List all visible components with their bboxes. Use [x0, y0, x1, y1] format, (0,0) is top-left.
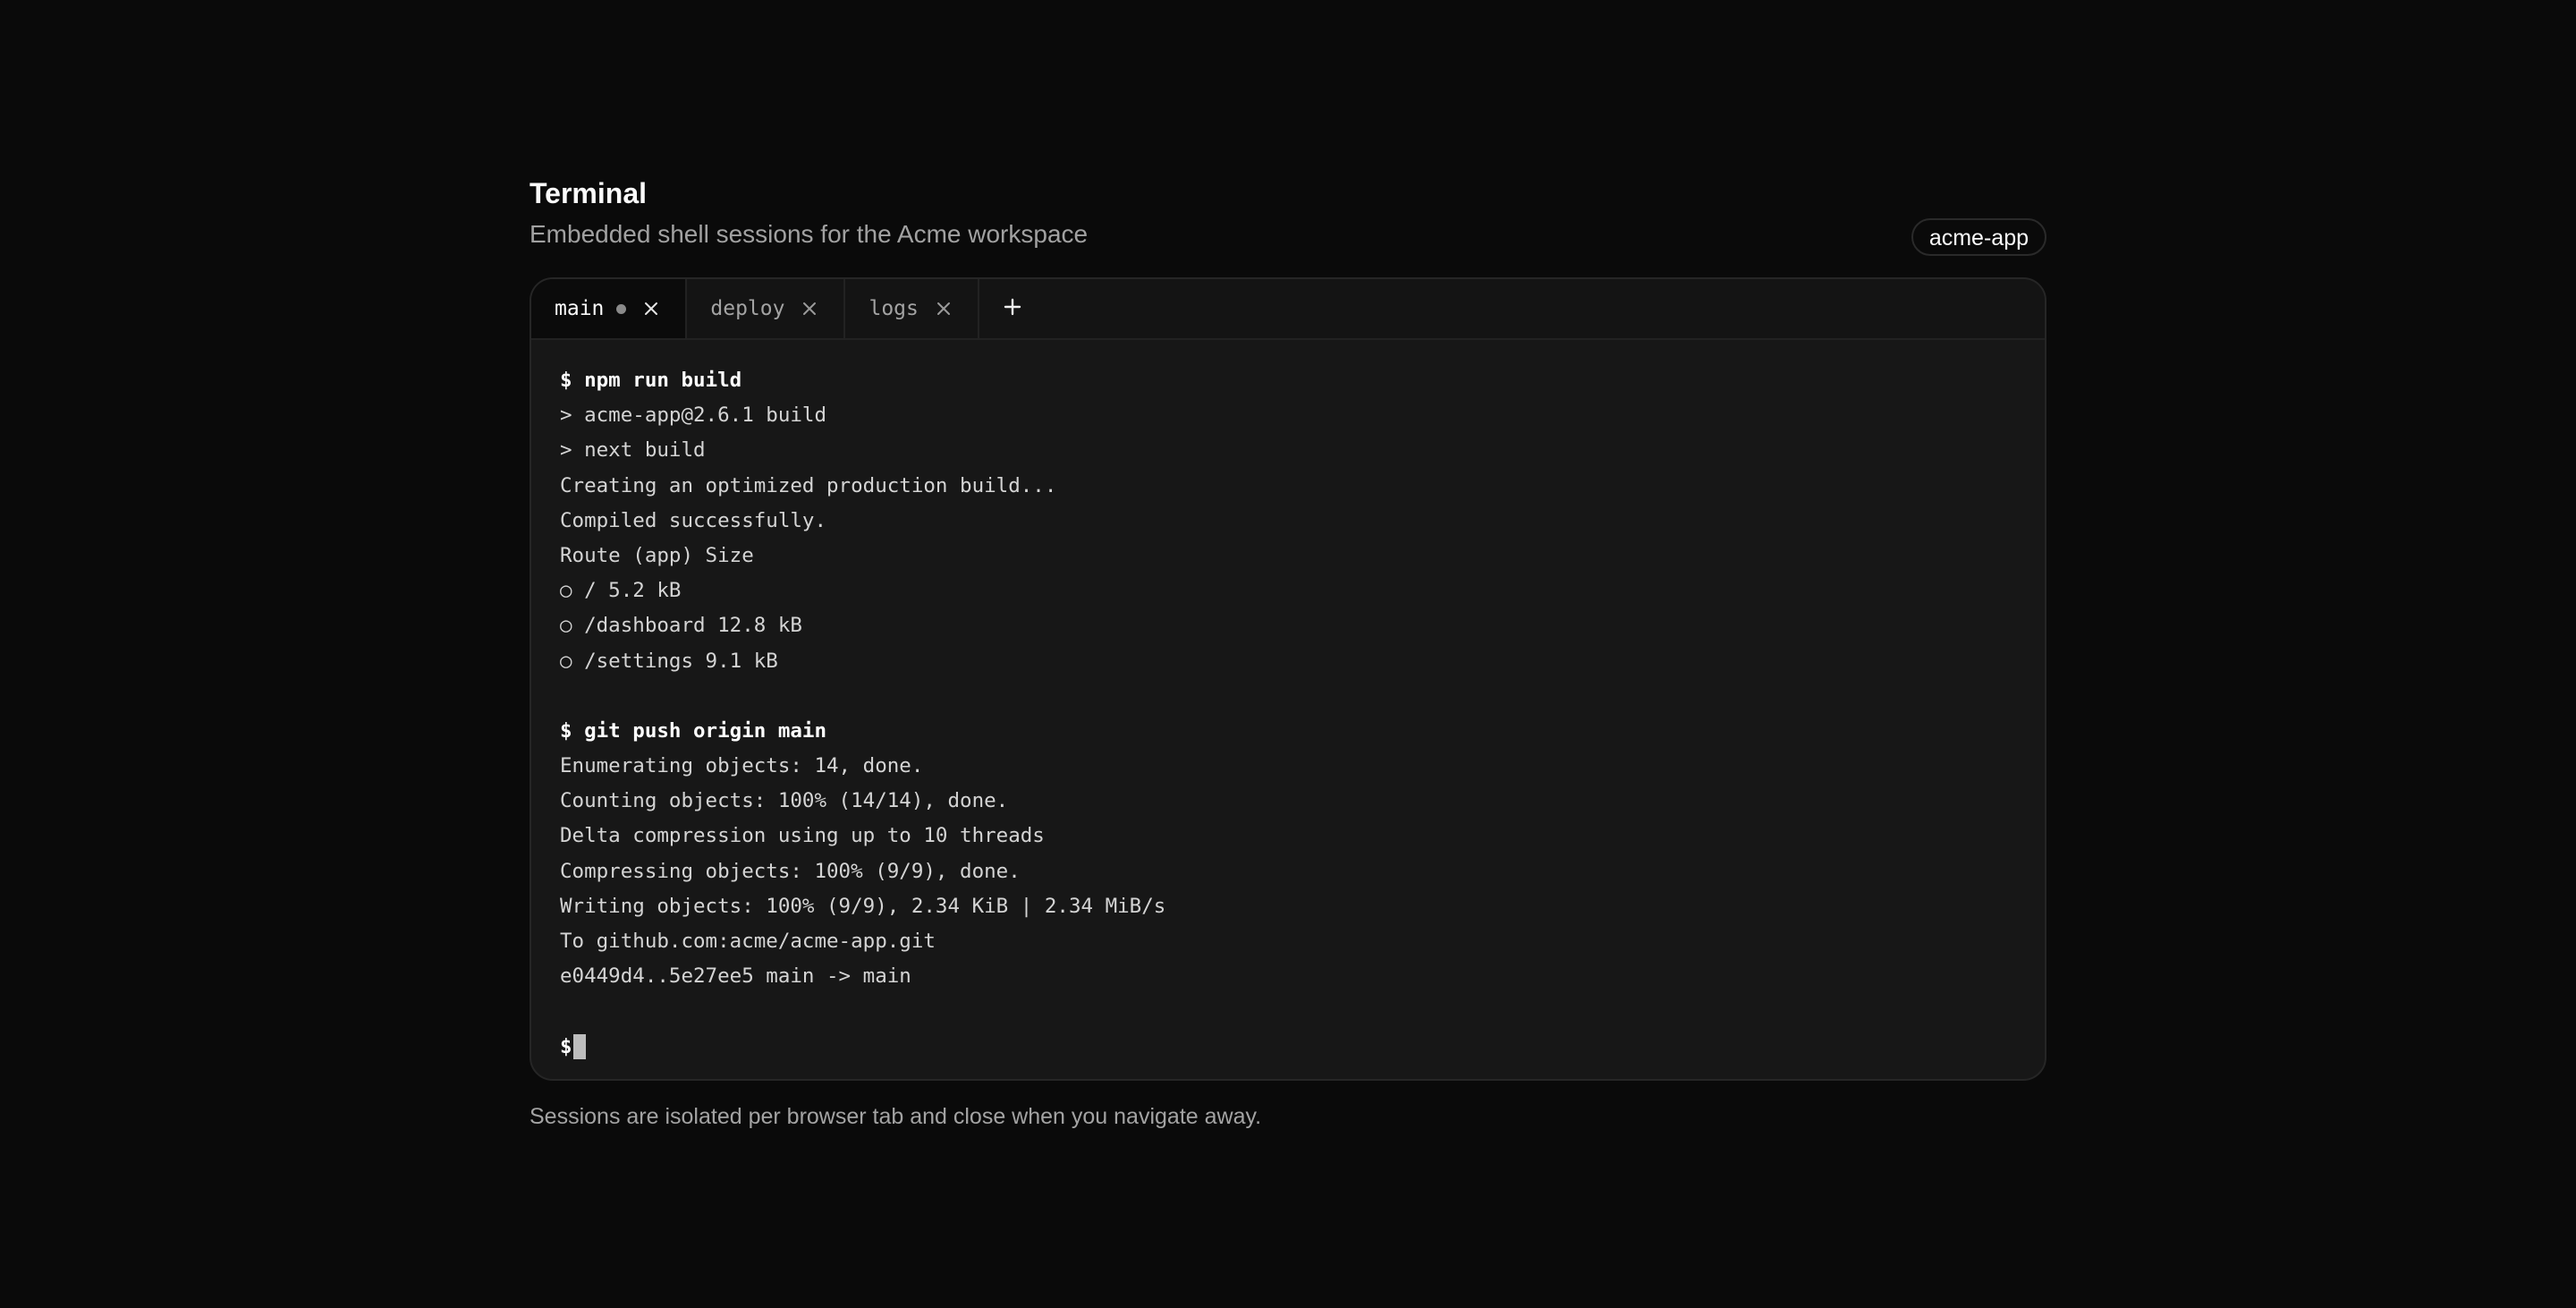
add-tab-button[interactable]	[979, 279, 1046, 338]
tab-label: main	[555, 297, 605, 320]
tab-label: logs	[869, 297, 919, 320]
output-line: Compiled successfully.	[560, 508, 827, 532]
output-line: Compressing objects: 100% (9/9), done.	[560, 859, 1021, 883]
terminal-output[interactable]: $ npm run build > acme-app@2.6.1 build >…	[531, 340, 2045, 1065]
output-line: Route (app) Size	[560, 543, 754, 567]
output-line: Enumerating objects: 14, done.	[560, 754, 924, 778]
close-icon[interactable]	[935, 300, 953, 318]
tab-deploy[interactable]: deploy	[687, 279, 846, 338]
tab-label: deploy	[710, 297, 785, 320]
tab-logs[interactable]: logs	[845, 279, 979, 338]
output-line: ○ /settings 9.1 kB	[560, 649, 778, 673]
output-line: > acme-app@2.6.1 build	[560, 403, 827, 428]
output-line: Counting objects: 100% (14/14), done.	[560, 789, 1009, 813]
output-line: Creating an optimized production build..…	[560, 473, 1057, 497]
prompt-symbol: $	[560, 1034, 572, 1058]
footer-note: Sessions are isolated per browser tab an…	[530, 1104, 1262, 1129]
output-line: ○ /dashboard 12.8 kB	[560, 614, 802, 638]
close-icon[interactable]	[801, 300, 818, 318]
command-line: $ npm run build	[560, 369, 742, 392]
output-line: e0449d4..5e27ee5 main -> main	[560, 964, 911, 989]
input-prompt[interactable]: $	[560, 1030, 2016, 1065]
close-icon[interactable]	[642, 300, 660, 318]
terminal-tab-bar: main deploy logs	[531, 279, 2045, 340]
output-line: ○ / 5.2 kB	[560, 579, 682, 603]
output-line: Writing objects: 100% (9/9), 2.34 KiB | …	[560, 894, 1166, 918]
terminal-page: Terminal Embedded shell sessions for the…	[530, 175, 2046, 1131]
output-line: To github.com:acme/acme-app.git	[560, 930, 936, 953]
output-line: > next build	[560, 438, 706, 463]
activity-dot-icon	[616, 303, 627, 314]
output-line: Delta compression using up to 10 threads	[560, 824, 1045, 848]
tab-main[interactable]: main	[531, 279, 688, 338]
workspace-badge: acme-app	[1911, 218, 2046, 256]
page-header: Terminal Embedded shell sessions for the…	[530, 175, 2046, 256]
terminal-window[interactable]: main deploy logs $ npm run build > acme-…	[530, 277, 2046, 1081]
command-line: $ git push origin main	[560, 718, 827, 743]
cursor	[572, 1034, 586, 1060]
plus-icon	[1003, 297, 1022, 321]
page-title: Terminal	[530, 177, 647, 209]
page-subtitle: Embedded shell sessions for the Acme wor…	[530, 220, 1089, 248]
